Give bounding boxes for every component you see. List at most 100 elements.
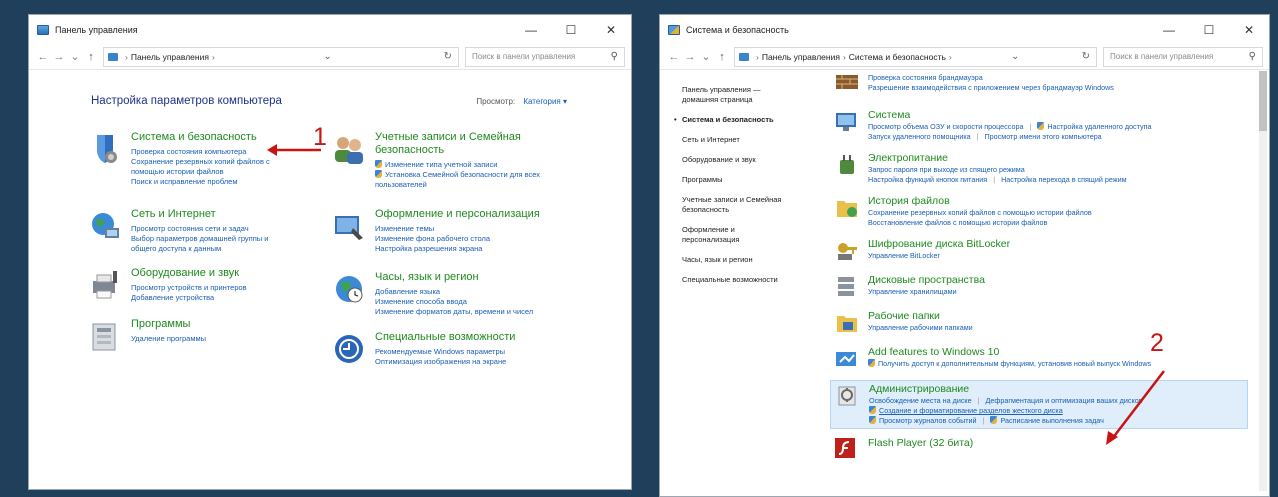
category-title[interactable]: Электропитание [868,152,1127,165]
breadcrumb-control-panel[interactable]: Панель управления [762,52,840,62]
sidebar-item-clock[interactable]: Часы, язык и регион [682,255,817,265]
category-link[interactable]: Оптимизация изображения на экране [375,357,515,367]
shield-icon [990,416,998,424]
category-link[interactable]: Установка Семейной безопасности для всех… [375,170,565,190]
sidebar-item-system-security[interactable]: Система и безопасность [674,115,817,125]
category-title[interactable]: Flash Player (32 бита) [868,437,973,450]
maximize-button[interactable]: ☐ [551,15,591,44]
search-icon: ⚲ [610,51,618,62]
category-link[interactable]: Изменение способа ввода [375,297,533,307]
category-title[interactable]: Сеть и Интернет [131,208,291,221]
category-link[interactable]: Просмотр журналов событий [879,416,977,425]
category-link[interactable]: Восстановление файлов с помощью истории … [868,218,1092,228]
create-format-partitions-link[interactable]: Создание и форматирование разделов жестк… [879,406,1063,415]
refresh-icon[interactable]: ↻ [438,51,458,62]
category-link[interactable]: Просмотр устройств и принтеров [131,283,247,293]
category-title[interactable]: Оформление и персонализация [375,208,540,221]
category-title[interactable]: Шифрование диска BitLocker [868,238,1010,251]
category-title[interactable]: Рабочие папки [868,310,973,323]
annotation-arrow [1106,370,1165,445]
category-link[interactable]: Изменение темы [375,224,540,234]
category-title[interactable]: Специальные возможности [375,331,515,344]
up-icon[interactable]: ↑ [714,51,730,63]
recent-pages-icon[interactable]: ⌄ [67,50,83,63]
category-title[interactable]: Оборудование и звук [131,267,247,280]
category-link[interactable]: Проверка состояния брандмауэра [868,73,1114,83]
vertical-scrollbar[interactable] [1259,71,1267,491]
category-link[interactable]: Добавление устройства [131,293,247,303]
users-icon [331,131,367,167]
category-system-security: Система и безопасность Проверка состояни… [87,131,281,187]
refresh-icon[interactable]: ↻ [1076,51,1096,62]
category-link[interactable]: Настройка функций кнопок питания [868,175,987,184]
search-input[interactable]: Поиск в панели управления ⚲ [1103,46,1263,67]
category-link[interactable]: Рекомендуемые Windows параметры [375,347,515,357]
category-link[interactable]: Просмотр имени этого компьютера [985,132,1102,141]
category-link[interactable]: Настройка удаленного доступа [1047,122,1151,131]
category-link[interactable]: Освобождение места на диске [869,396,972,405]
back-icon[interactable]: ← [35,51,51,63]
forward-icon[interactable]: → [682,51,698,63]
administrative-tools-section: Администрирование Освобождение места на … [830,380,1248,429]
view-by-dropdown[interactable]: Категория ▾ [523,97,567,106]
category-link[interactable]: Просмотр состояния сети и задач [131,224,291,234]
category-link[interactable]: Изменение фона рабочего стола [375,234,540,244]
sidebar-item-network[interactable]: Сеть и Интернет [682,135,817,145]
annotation-number: 1 [313,123,327,151]
address-bar[interactable]: › Панель управления › Система и безопасн… [734,46,1097,67]
category-link[interactable]: Сохранение резервных копий файлов с помо… [131,157,281,177]
address-bar[interactable]: › Панель управления › ⌄ ↻ [103,46,459,67]
category-clock-region: Часы, язык и регион Добавление языка Изм… [331,271,533,317]
up-icon[interactable]: ↑ [83,51,99,63]
category-link[interactable]: Удаление программы [131,334,206,344]
category-title[interactable]: Add features to Windows 10 [868,346,1151,359]
sidebar-item-accessibility[interactable]: Специальные возможности [682,275,817,285]
category-link[interactable]: Расписание выполнения задач [1000,416,1103,425]
category-link[interactable]: Управление рабочими папками [868,323,973,333]
category-link[interactable]: Сохранение резервных копий файлов с помо… [868,208,1092,218]
close-button[interactable]: ✕ [1229,15,1269,44]
view-by: Просмотр: Категория ▾ [476,97,567,106]
category-title[interactable]: Учетные записи и Семейная безопасность [375,131,565,157]
category-title[interactable]: Программы [131,318,206,331]
category-link[interactable]: Добавление языка [375,287,533,297]
category-link[interactable]: Настройка перехода в спящий режим [1001,175,1126,184]
system-security-icon [668,24,680,35]
maximize-button[interactable]: ☐ [1189,15,1229,44]
minimize-button[interactable]: — [511,15,551,44]
sidebar-item-home[interactable]: Панель управления — домашняя страница [682,85,782,105]
back-icon[interactable]: ← [666,51,682,63]
category-title[interactable]: Система и безопасность [131,131,281,144]
category-link[interactable]: Выбор параметров домашней группы и общег… [131,234,291,254]
breadcrumb-system-security[interactable]: Система и безопасность [849,52,946,62]
category-link[interactable]: Проверка состояния компьютера [131,147,281,157]
category-title[interactable]: Дисковые пространства [868,274,985,287]
category-appearance: Оформление и персонализация Изменение те… [331,208,540,254]
sidebar-item-accounts[interactable]: Учетные записи и Семейная безопасность [682,195,812,215]
category-title[interactable]: Система [868,109,1151,122]
search-input[interactable]: Поиск в панели управления ⚲ [465,46,625,67]
category-link[interactable]: Управление хранилищами [868,287,985,297]
dropdown-icon[interactable]: ⌄ [318,51,338,62]
category-link[interactable]: Запуск удаленного помощника [868,132,971,141]
breadcrumb-control-panel[interactable]: Панель управления [131,52,209,62]
category-link[interactable]: Настройка разрешения экрана [375,244,540,254]
category-link[interactable]: Запрос пароля при выходе из спящего режи… [868,165,1127,175]
category-link[interactable]: Разрешение взаимодействия с приложением … [868,83,1114,93]
category-link[interactable]: Поиск и исправление проблем [131,177,281,187]
category-link[interactable]: Просмотр объема ОЗУ и скорости процессор… [868,122,1023,131]
recent-pages-icon[interactable]: ⌄ [698,50,714,63]
minimize-button[interactable]: — [1149,15,1189,44]
category-title[interactable]: История файлов [868,195,1092,208]
sidebar-item-appearance[interactable]: Оформление и персонализация [682,225,772,245]
dropdown-icon[interactable]: ⌄ [1005,51,1025,62]
sidebar-item-programs[interactable]: Программы [682,175,817,185]
sidebar-item-hardware[interactable]: Оборудование и звук [682,155,817,165]
category-title[interactable]: Часы, язык и регион [375,271,533,284]
scrollbar-thumb[interactable] [1259,71,1267,131]
category-link[interactable]: Изменение форматов даты, времени и чисел [375,307,533,317]
forward-icon[interactable]: → [51,51,67,63]
close-button[interactable]: ✕ [591,15,631,44]
category-link[interactable]: Изменение типа учетной записи [375,160,565,170]
category-link[interactable]: Управление BitLocker [868,251,1010,261]
